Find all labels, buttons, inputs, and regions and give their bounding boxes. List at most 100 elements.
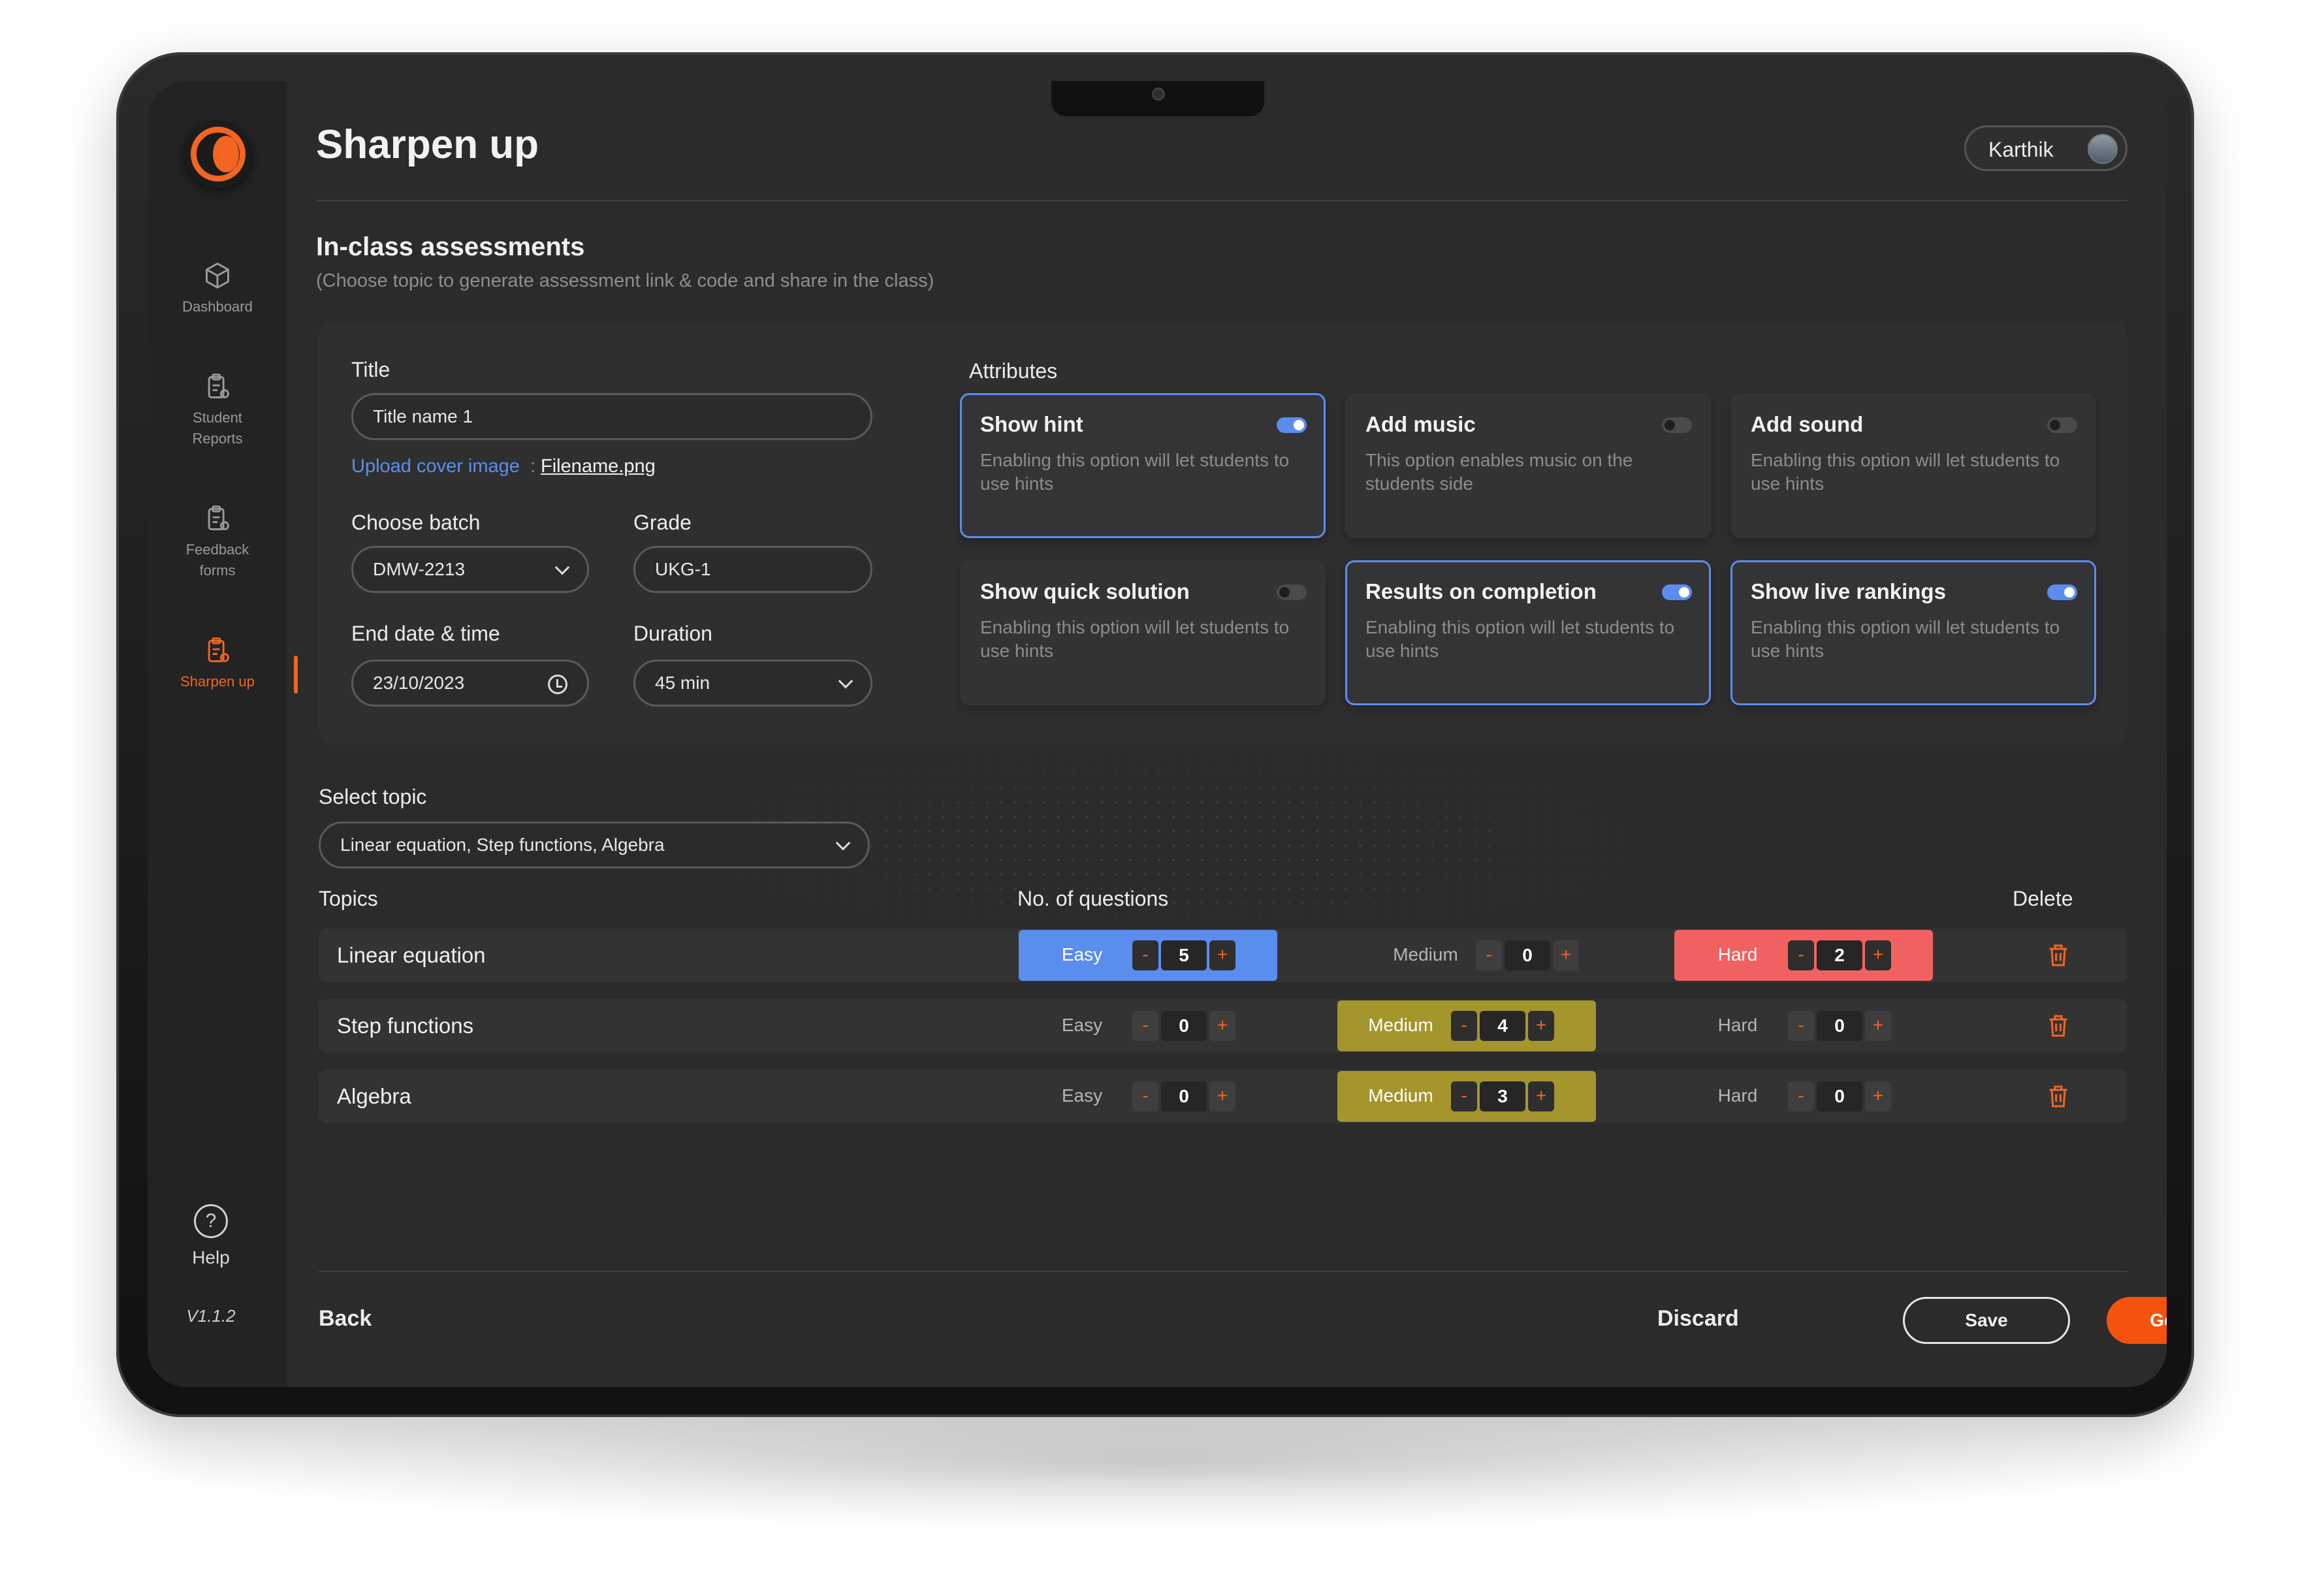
sidebar-item-student-reports[interactable]: Student Reports: [148, 372, 287, 449]
upload-cover-link[interactable]: Upload cover image: [351, 456, 520, 477]
quantity-stepper: - 0 +: [1132, 1081, 1237, 1111]
attribute-card-show-live-rankings[interactable]: Show live rankings Enabling this option …: [1730, 560, 2096, 705]
help-button[interactable]: ? Help: [148, 1204, 274, 1268]
toggle-switch[interactable]: [2047, 584, 2077, 600]
camera-notch: [1051, 81, 1264, 116]
trash-icon[interactable]: [2045, 1012, 2071, 1040]
medium-question-count[interactable]: Medium - 0 +: [1362, 930, 1621, 981]
stepper-value[interactable]: 0: [1505, 940, 1550, 970]
attribute-title: Show live rankings: [1751, 579, 1946, 603]
batch-select[interactable]: DMW-2213: [351, 546, 589, 593]
duration-value: 45 min: [655, 673, 710, 693]
main-content: Sharpen up Karthik In-class assessments …: [316, 81, 2167, 1387]
user-menu[interactable]: Karthik: [1964, 125, 2128, 171]
increment-button[interactable]: +: [1528, 1011, 1554, 1041]
decrement-button[interactable]: -: [1132, 1081, 1158, 1111]
title-input[interactable]: Title name 1: [351, 393, 872, 440]
decrement-button[interactable]: -: [1132, 940, 1158, 970]
easy-question-count[interactable]: Easy - 5 +: [1019, 930, 1277, 981]
attribute-card-add-sound[interactable]: Add sound Enabling this option will let …: [1730, 393, 2096, 538]
increment-button[interactable]: +: [1865, 940, 1891, 970]
stepper-value[interactable]: 2: [1817, 940, 1862, 970]
increment-button[interactable]: +: [1865, 1011, 1891, 1041]
difficulty-label: Hard: [1717, 944, 1758, 965]
clock-icon: [548, 675, 567, 694]
logo-mark: [213, 136, 239, 172]
toggle-switch[interactable]: [1662, 417, 1692, 433]
difficulty-label: Medium: [1368, 1085, 1433, 1106]
medium-question-count[interactable]: Medium - 3 +: [1337, 1071, 1596, 1122]
stepper-value[interactable]: 4: [1480, 1011, 1525, 1041]
topics-column-header: Topics: [319, 887, 378, 910]
decrement-button[interactable]: -: [1788, 940, 1814, 970]
easy-question-count[interactable]: Easy - 0 +: [1019, 1000, 1277, 1051]
difficulty-label: Hard: [1717, 1015, 1758, 1035]
stepper-value[interactable]: 0: [1161, 1011, 1207, 1041]
hard-question-count[interactable]: Hard - 0 +: [1674, 1000, 1933, 1051]
hard-question-count[interactable]: Hard - 0 +: [1674, 1071, 1933, 1122]
sidebar-item-label: Dashboard: [182, 298, 253, 315]
discard-button[interactable]: Discard: [1657, 1306, 1739, 1332]
topic-name: Algebra: [337, 1084, 411, 1108]
decrement-button[interactable]: -: [1132, 1011, 1158, 1041]
stepper-value[interactable]: 5: [1161, 940, 1207, 970]
chevron-down-icon: [835, 835, 851, 851]
stepper-value[interactable]: 0: [1161, 1081, 1207, 1111]
duration-select[interactable]: 45 min: [633, 660, 872, 707]
sidebar: Dashboard Student Reports Feedback forms…: [148, 81, 287, 1387]
attribute-card-add-music[interactable]: Add music This option enables music on t…: [1345, 393, 1711, 538]
increment-button[interactable]: +: [1209, 1081, 1235, 1111]
generate-button[interactable]: Generate: [2107, 1297, 2167, 1344]
help-label: Help: [192, 1247, 230, 1268]
easy-question-count[interactable]: Easy - 0 +: [1019, 1071, 1277, 1122]
attribute-card-show-hint[interactable]: Show hint Enabling this option will let …: [960, 393, 1326, 538]
app-logo[interactable]: [184, 120, 252, 188]
attribute-description: This option enables music on the student…: [1365, 450, 1633, 494]
trash-icon[interactable]: [2045, 942, 2071, 969]
decrement-button[interactable]: -: [1788, 1011, 1814, 1041]
toggle-switch[interactable]: [1662, 584, 1692, 600]
increment-button[interactable]: +: [1553, 940, 1579, 970]
back-button[interactable]: Back: [319, 1306, 372, 1332]
toggle-switch[interactable]: [1277, 584, 1307, 600]
decrement-button[interactable]: -: [1451, 1011, 1477, 1041]
stepper-value[interactable]: 0: [1817, 1081, 1862, 1111]
topic-select[interactable]: Linear equation, Step functions, Algebra: [319, 822, 870, 869]
stepper-value[interactable]: 0: [1817, 1011, 1862, 1041]
attribute-card-show-quick-solution[interactable]: Show quick solution Enabling this option…: [960, 560, 1326, 705]
stepper-value[interactable]: 3: [1480, 1081, 1525, 1111]
toggle-switch[interactable]: [2047, 417, 2077, 433]
end-datetime-input[interactable]: 23/10/2023: [351, 660, 589, 707]
toggle-switch[interactable]: [1277, 417, 1307, 433]
increment-button[interactable]: +: [1209, 1011, 1235, 1041]
grade-field[interactable]: UKG-1: [633, 546, 872, 593]
batch-value: DMW-2213: [373, 559, 466, 579]
table-row: Step functions Easy - 0 + Medium - 4 + H…: [319, 999, 2128, 1053]
cover-filename[interactable]: Filename.png: [541, 456, 656, 477]
sidebar-item-sharpen-up[interactable]: Sharpen up: [148, 636, 287, 692]
sidebar-item-dashboard[interactable]: Dashboard: [148, 261, 287, 317]
increment-button[interactable]: +: [1209, 940, 1235, 970]
decrement-button[interactable]: -: [1451, 1081, 1477, 1111]
increment-button[interactable]: +: [1865, 1081, 1891, 1111]
quantity-stepper: - 0 +: [1476, 940, 1580, 970]
clipboard-sharpen-icon: [208, 637, 229, 662]
medium-question-count[interactable]: Medium - 4 +: [1337, 1000, 1596, 1051]
difficulty-label: Easy: [1061, 1085, 1103, 1106]
upload-separator: :: [530, 456, 536, 477]
attribute-card-results-on-completion[interactable]: Results on completion Enabling this opti…: [1345, 560, 1711, 705]
page-title: Sharpen up: [316, 122, 539, 167]
trash-icon[interactable]: [2045, 1083, 2071, 1110]
decrement-button[interactable]: -: [1476, 940, 1502, 970]
difficulty-label: Medium: [1393, 944, 1458, 965]
sidebar-item-feedback-forms[interactable]: Feedback forms: [148, 504, 287, 581]
camera-icon: [1152, 88, 1165, 101]
app-version: V1.1.2: [186, 1306, 236, 1326]
decrement-button[interactable]: -: [1788, 1081, 1814, 1111]
hard-question-count[interactable]: Hard - 2 +: [1674, 930, 1933, 981]
difficulty-label: Medium: [1368, 1015, 1433, 1035]
save-button[interactable]: Save: [1903, 1297, 2070, 1344]
increment-button[interactable]: +: [1528, 1081, 1554, 1111]
section-subtitle: (Choose topic to generate assessment lin…: [316, 270, 934, 291]
attribute-description: Enabling this option will let students t…: [1751, 450, 2060, 494]
